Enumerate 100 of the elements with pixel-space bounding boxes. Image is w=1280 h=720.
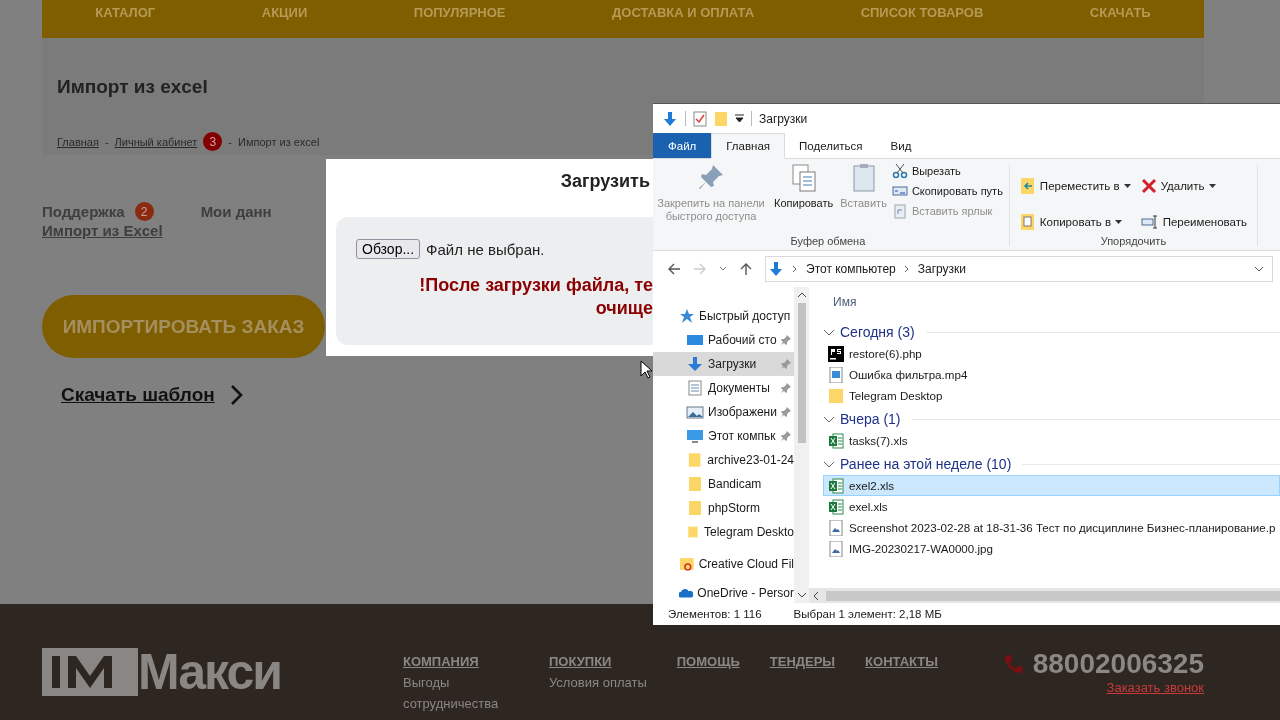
back-arrow-icon[interactable] [667,262,681,276]
picture-icon [686,404,704,420]
app-file-icon [828,345,844,362]
address-bar[interactable]: Этот компьютер Загрузки [765,256,1273,282]
ribbon-button[interactable]: Удалить [1140,173,1247,199]
footer-heading-link[interactable]: ТЕНДЕРЫ [769,652,836,672]
nav-pane-item[interactable]: Документы [653,376,794,400]
ribbon-button[interactable]: Вырезать [891,163,1003,179]
document-icon [686,380,704,396]
breadcrumb-separator: - [104,135,109,148]
ribbon-tab[interactable]: Главная [711,133,786,159]
spreadsheet-file-icon [828,498,844,515]
ribbon-group-label: Упорядочить [1099,235,1168,249]
ribbon-button[interactable]: Копировать [772,163,836,235]
download-arrow-icon [768,261,784,277]
nav-pane-item[interactable]: Изображени [653,400,794,424]
scroll-down-icon[interactable] [797,593,806,598]
nav-pane-item[interactable]: OneDrive - Persor [653,584,794,602]
logo-text: Макси [138,648,281,696]
scrollbar-thumb[interactable] [826,590,1280,601]
nav-pane-item[interactable]: archive23-01-24 [653,448,794,472]
dialog-title: Загрузить [559,171,651,192]
group-header[interactable]: Сегодня (3) [840,324,915,340]
ribbon-tab[interactable]: Вид [876,133,926,158]
file-row[interactable]: Screenshot 2023-02-28 at 18-31-36 Тест по дисциплине Бизнес-планирование.p [823,517,1280,538]
image-file-icon [828,519,844,536]
footer-heading-link[interactable]: КОНТАКТЫ [865,652,938,672]
chevron-right-icon[interactable] [792,265,798,273]
scrollbar-thumb[interactable] [797,303,806,443]
copy-icon [789,163,818,193]
up-arrow-icon[interactable] [739,262,753,276]
ribbon-button[interactable]: Копировать в [1019,209,1131,235]
folder-icon [686,524,700,540]
scrollbar[interactable] [794,287,809,603]
footer-heading-link[interactable]: ПОМОЩЬ [676,652,740,672]
star-icon [679,308,695,324]
scissors-icon [891,163,908,179]
column-header[interactable]: Имя [823,287,1280,319]
nav-pane-item[interactable]: Creative Cloud Fil [653,552,794,576]
status-text: Элементов: 1 116 [668,608,762,620]
breadcrumb-link[interactable]: Личный кабинет [114,135,198,148]
nav-pane-item[interactable]: Telegram Deskto [653,520,794,544]
warning-text: очище [594,297,653,320]
footer-heading-link[interactable]: ПОКУПКИ [549,652,647,672]
file-row[interactable]: Telegram Desktop [823,385,1280,406]
warning-text: !После загрузки файла, те [418,274,653,297]
mouse-cursor-icon [640,360,652,379]
file-row[interactable]: restore(6).php [823,343,1280,364]
count-badge: 3 [203,132,223,151]
nav-pane-item[interactable]: Этот компьк [653,424,794,448]
file-status-text: Файл не выбран. [426,240,545,258]
dropdown-caret-icon[interactable] [735,114,744,123]
scrollbar[interactable] [809,588,1280,603]
chevron-right-icon[interactable] [903,265,910,273]
path-icon [891,183,908,199]
file-row[interactable]: exel.xls [823,496,1280,517]
file-row[interactable]: IMG-20230217-WA0000.jpg [823,538,1280,559]
nav-pane-item[interactable]: Рабочий сто [653,328,794,352]
phone-number: 88002006325 [1032,648,1204,680]
group-header[interactable]: Ранее на этой неделе (10) [840,456,1012,472]
phone-icon [1002,653,1025,675]
properties-icon[interactable] [693,110,707,127]
footer-heading-link[interactable]: КОМПАНИЯ [403,652,519,672]
image-file-icon [828,540,844,557]
scroll-up-icon[interactable] [797,292,806,297]
spreadsheet-file-icon [828,477,844,494]
nav-pane-item[interactable]: Bandicam [653,472,794,496]
download-arrow-icon [686,356,704,372]
scroll-left-icon[interactable] [813,591,818,600]
ribbon-group-label: Буфер обмена [789,235,867,249]
nav-pane-item[interactable]: phpStorm [653,496,794,520]
status-text: Выбран 1 элемент: 2,18 МБ [793,608,942,620]
folder-icon [686,476,704,492]
logo-icon [42,648,138,696]
download-template-link[interactable]: Скачать шаблон [61,384,215,406]
ribbon-tab[interactable]: Поделиться [785,133,877,158]
chevron-down-icon[interactable] [1254,266,1264,272]
ribbon-button[interactable]: Переместить в [1019,173,1131,199]
file-row[interactable]: exel2.xls [823,475,1280,496]
ribbon-button[interactable]: Скопировать путь [891,183,1003,199]
browse-button[interactable]: Обзор... [356,239,421,259]
nav-pane-item[interactable]: Загрузки [653,352,794,376]
shortcut-icon [891,203,908,219]
file-row[interactable]: Ошибка фильтра.mp4 [823,364,1280,385]
footer-link[interactable]: Условия оплаты [549,672,647,693]
group-header[interactable]: Вчера (1) [840,411,901,427]
file-menu-tab[interactable]: Файл [653,133,712,158]
window-title: Загрузки [759,111,808,126]
folder-icon [679,556,695,572]
ribbon-button[interactable]: Переименовать [1140,209,1247,235]
chevron-down-icon[interactable] [719,266,727,272]
file-row[interactable]: tasks(7).xls [823,430,1280,451]
footer-link[interactable]: Выгоды сотрудничества [403,672,519,714]
folder-copy-icon [1019,213,1036,232]
count-badge: 2 [134,202,154,221]
nav-pane-item[interactable]: Быстрый доступ [653,304,794,328]
download-arrow-icon [662,110,678,127]
breadcrumb-separator: - [228,135,232,148]
computer-icon [686,428,704,444]
folder-icon [828,387,844,404]
